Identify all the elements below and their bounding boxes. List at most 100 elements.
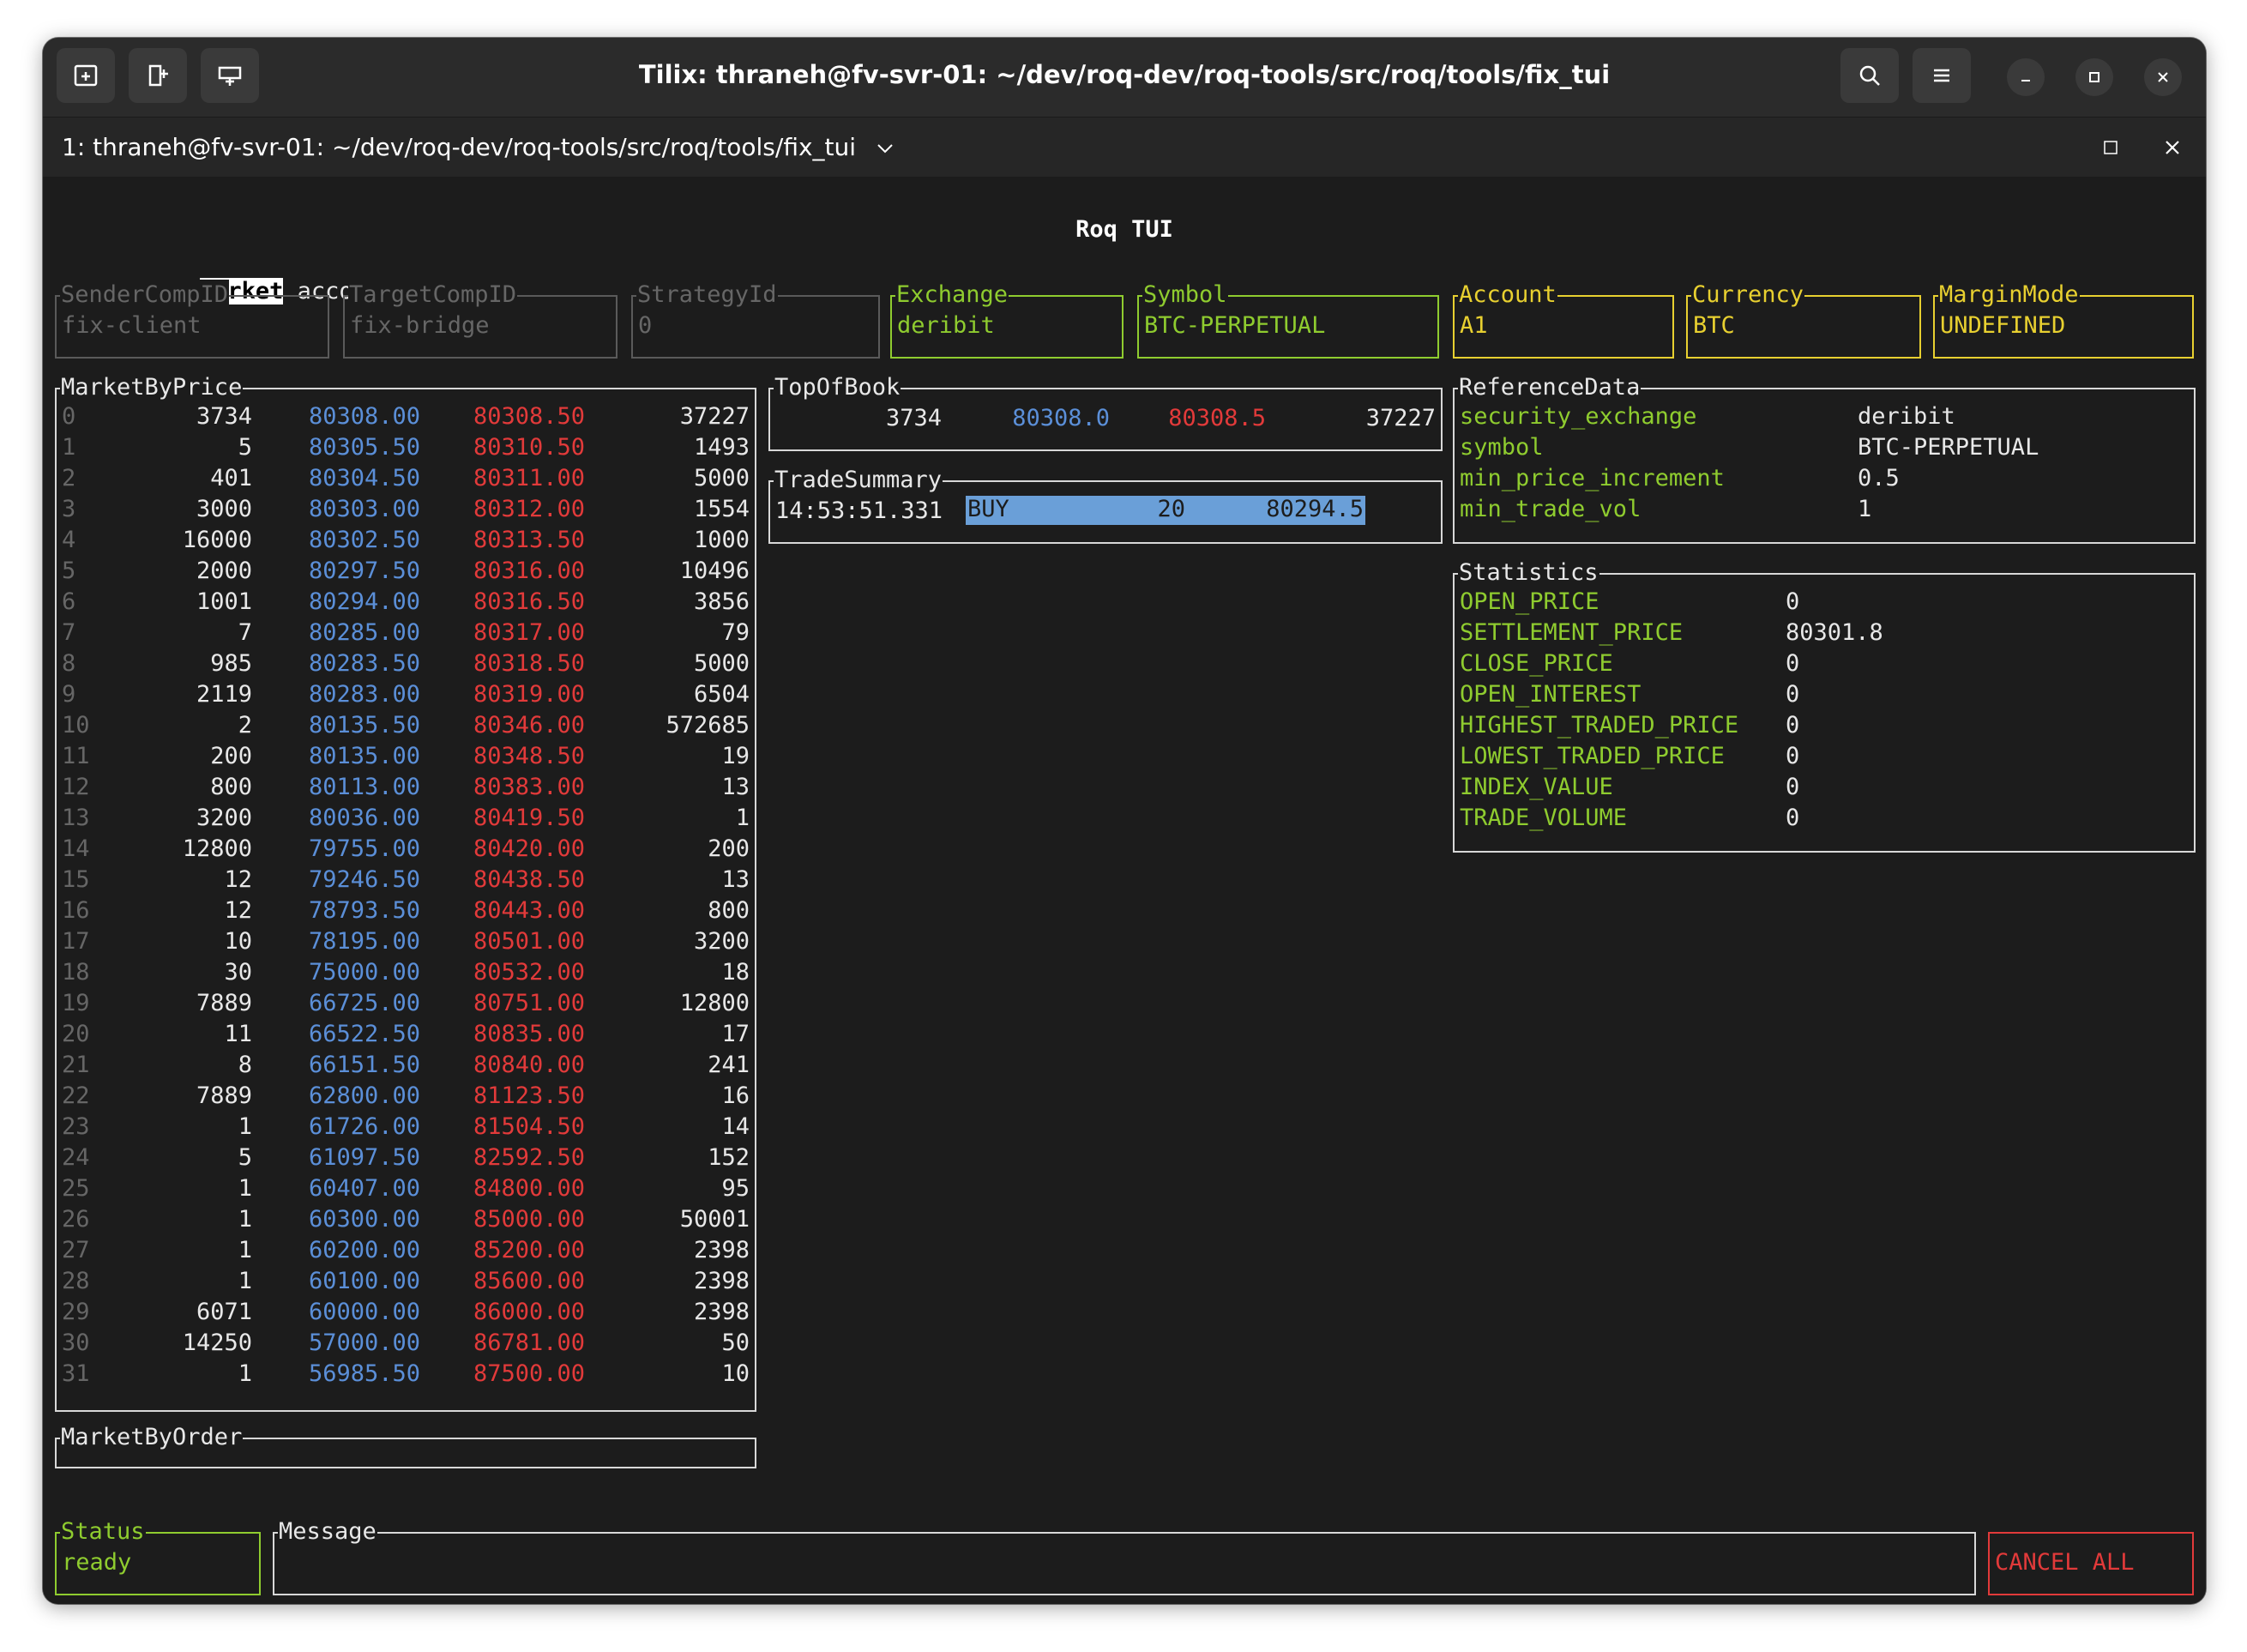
sender-comp-id-field[interactable]: SenderCompID fix-client [55, 280, 329, 359]
account-value: A1 [1460, 312, 1488, 339]
statistics-key: OPEN_PRICE [1460, 588, 1599, 615]
statistics-row: INDEX_VALUE 0 [1455, 772, 2194, 803]
reference-data-value: deribit [1858, 403, 1955, 430]
ask-qty: 10496 [679, 558, 750, 584]
symbol-field[interactable]: Symbol BTC-PERPETUAL [1137, 280, 1439, 359]
statistics-key: LOWEST_TRADED_PRICE [1460, 743, 1725, 769]
account-label: Account [1458, 280, 1557, 311]
statistics-row: OPEN_INTEREST 0 [1455, 679, 2194, 710]
exchange-field[interactable]: Exchange deribit [890, 280, 1124, 359]
statistics-value: 0 [1786, 743, 1800, 769]
maximize-button[interactable] [2075, 58, 2113, 96]
ask-qty: 2398 [693, 1237, 750, 1263]
ask-qty: 1000 [693, 527, 750, 553]
table-row: 23 1 61726.00 81504.50 14 [57, 1112, 755, 1143]
statistics-key: TRADE_VOLUME [1460, 805, 1628, 831]
target-comp-id-label: TargetCompID [348, 280, 518, 311]
reference-data-row: security_exchange deribit [1455, 401, 2194, 432]
table-row: 31 1 56985.50 87500.00 10 [57, 1359, 755, 1390]
statistics-value: 0 [1786, 805, 1800, 831]
table-row: 16 12 78793.50 80443.00 800 [57, 895, 755, 926]
currency-field[interactable]: Currency BTC [1686, 280, 1921, 359]
ask-qty: 3856 [693, 588, 750, 615]
table-row: 26 1 60300.00 85000.00 50001 [57, 1204, 755, 1235]
currency-value: BTC [1693, 312, 1735, 339]
top-of-book-title: TopOfBook [774, 372, 901, 403]
ask-qty: 16 [721, 1082, 750, 1109]
ask-qty: 5000 [693, 465, 750, 491]
statistics-panel: Statistics OPEN_PRICE 0 SETTLEMENT_PRICE 80… [1453, 558, 2196, 853]
table-row: 24 5 61097.50 82592.50 152 [57, 1143, 755, 1173]
statistics-row: HIGHEST_TRADED_PRICE 0 [1455, 710, 2194, 741]
terminal-maximize-icon[interactable] [2101, 138, 2120, 157]
statistics-title: Statistics [1458, 558, 1599, 588]
market-by-order-title: MarketByOrder [60, 1422, 244, 1453]
market-by-price-panel[interactable]: MarketByPrice 0 3734 80308.00 80308.50 37227… [55, 372, 756, 1412]
reference-data-value: 0.5 [1858, 465, 1900, 491]
statistics-key: INDEX_VALUE [1460, 774, 1613, 800]
menu-button[interactable] [1913, 48, 1971, 103]
table-row: 30 14250 57000.00 86781.00 50 [57, 1328, 755, 1359]
reference-data-key: min_price_increment [1460, 465, 1725, 491]
exchange-value: deribit [897, 312, 995, 339]
table-row: 18 30 75000.00 80532.00 18 [57, 957, 755, 988]
app-title: Roq TUI [1075, 216, 1173, 243]
statistics-value: 0 [1786, 588, 1800, 615]
exchange-label: Exchange [895, 280, 1009, 311]
table-row: 7 7 80285.00 80317.00 79 [57, 618, 755, 648]
statistics-value: 0 [1786, 712, 1800, 739]
ask-qty: 19 [721, 743, 750, 769]
close-button[interactable] [2144, 58, 2182, 96]
ask-qty: 37227 [679, 403, 750, 430]
table-row: 5 2000 80297.50 80316.00 10496 [57, 556, 755, 587]
ask-qty: 18 [721, 959, 750, 986]
ask-qty: 10 [721, 1360, 750, 1387]
close-icon [2158, 72, 2168, 82]
cancel-all-button[interactable]: CANCEL ALL [1988, 1532, 2194, 1595]
target-comp-id-field[interactable]: TargetCompID fix-bridge [343, 280, 617, 359]
table-row: 20 11 66522.50 80835.00 17 [57, 1019, 755, 1050]
session-tab[interactable]: 1: thraneh@fv-svr-01: ~/dev/roq-dev/roq-… [62, 133, 895, 161]
tab-bar: 1: thraneh@fv-svr-01: ~/dev/roq-dev/roq-… [43, 117, 2206, 178]
trade-price: 80294.5 [1266, 496, 1364, 522]
reference-data-panel: ReferenceData security_exchange deribit sy… [1453, 372, 2196, 544]
terminal-content: Roq TUI home market account debug Sender… [43, 177, 2206, 1604]
margin-mode-label: MarginMode [1938, 280, 2080, 311]
strategy-id-label: StrategyId [636, 280, 778, 311]
hamburger-menu-icon [1934, 69, 1949, 82]
reference-data-value: 1 [1858, 496, 1872, 522]
chevron-down-icon[interactable] [876, 142, 895, 155]
table-row: 4 16000 80302.50 80313.50 1000 [57, 525, 755, 556]
ask-qty: 13 [721, 774, 750, 800]
ask-qty: 1554 [693, 496, 750, 522]
reference-data-title: ReferenceData [1458, 372, 1642, 403]
account-field[interactable]: Account A1 [1453, 280, 1674, 359]
tob-ask-qty: 37227 [1365, 405, 1436, 431]
reference-data-key: symbol [1460, 434, 1544, 461]
trade-summary-title: TradeSummary [774, 465, 943, 496]
strategy-id-field[interactable]: StrategyId 0 [631, 280, 880, 359]
table-row: 9 2119 80283.00 80319.00 6504 [57, 679, 755, 710]
market-by-order-panel[interactable]: MarketByOrder [55, 1422, 756, 1468]
margin-mode-field[interactable]: MarginMode UNDEFINED [1933, 280, 2194, 359]
ask-qty: 2398 [693, 1268, 750, 1294]
table-row: 29 6071 60000.00 86000.00 2398 [57, 1297, 755, 1328]
table-row: 8 985 80283.50 80318.50 5000 [57, 648, 755, 679]
cancel-all-label: CANCEL ALL [1995, 1549, 2135, 1576]
search-icon [1859, 65, 1880, 86]
table-row: 22 7889 62800.00 81123.50 16 [57, 1081, 755, 1112]
table-row: 13 3200 80036.00 80419.50 1 [57, 803, 755, 834]
search-button[interactable] [1840, 48, 1899, 103]
table-row: 28 1 60100.00 85600.00 2398 [57, 1266, 755, 1297]
minimize-button[interactable] [2007, 58, 2045, 96]
statistics-value: 0 [1786, 650, 1800, 677]
statistics-key: OPEN_INTEREST [1460, 681, 1642, 708]
market-by-price-title: MarketByPrice [60, 372, 244, 403]
ask-qty: 3200 [693, 928, 750, 955]
maximize-icon [2089, 72, 2099, 82]
status-field: Status ready [55, 1516, 261, 1595]
ask-qty: 2398 [693, 1299, 750, 1325]
terminal-close-icon[interactable] [2163, 138, 2182, 157]
reference-data-row: min_trade_vol 1 [1455, 494, 2194, 525]
message-field[interactable]: Message [273, 1516, 1976, 1595]
